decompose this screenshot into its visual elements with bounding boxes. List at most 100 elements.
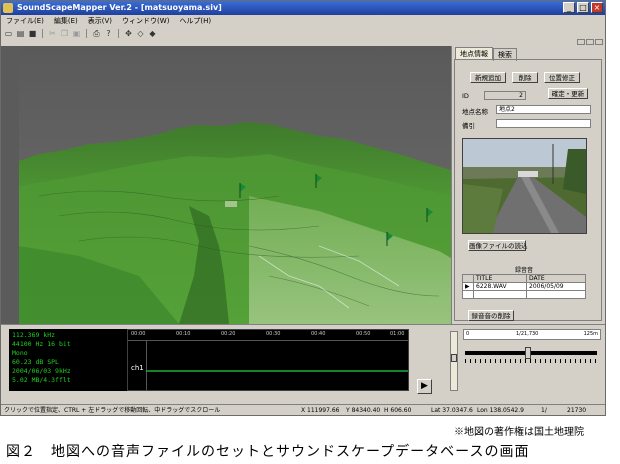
maximize-icon[interactable]: □	[577, 2, 589, 13]
selected-point	[225, 201, 237, 207]
figure-caption: 図２ 地図への音声ファイルのセットとサウンドスケープデータベースの画面	[6, 444, 530, 460]
memo-field[interactable]	[496, 119, 591, 128]
menu-edit[interactable]: 編集(E)	[49, 15, 83, 27]
timeline-tick: 00:50	[356, 331, 371, 337]
mdi-bar	[1, 39, 605, 46]
sound-list-title: 録音音	[462, 267, 586, 274]
title-bar[interactable]: SoundScapeMapper Ver.2 - [matsuoyama.siv…	[1, 1, 605, 15]
scale-slider-thumb[interactable]	[525, 347, 531, 359]
menu-file[interactable]: ファイル(E)	[1, 15, 49, 27]
memo-label: 備引	[462, 122, 475, 130]
fix-position-button[interactable]: 位置修正	[544, 72, 580, 83]
terrain-3d-view[interactable]	[19, 46, 451, 324]
menu-window[interactable]: ウィンドウ(W)	[117, 15, 174, 27]
waveform-trace	[146, 370, 408, 372]
row-date: 2006/05/09	[526, 282, 586, 291]
status-scale: 21730	[567, 407, 587, 414]
id-label: ID	[462, 92, 469, 100]
menu-bar: ファイル(E) 編集(E) 表示(V) ウィンドウ(W) ヘルプ(H)	[1, 15, 605, 27]
play-icon[interactable]: ▶	[417, 379, 432, 394]
rotate-icon[interactable]: ◆	[148, 29, 157, 38]
status-page: 1/	[541, 407, 547, 414]
point-photo	[462, 138, 587, 234]
menu-help[interactable]: ヘルプ(H)	[174, 15, 216, 27]
wave-info-line: 60.23 dB SPL	[12, 358, 59, 366]
window-title: SoundScapeMapper Ver.2 - [matsuoyama.siv…	[17, 3, 222, 12]
menu-view[interactable]: 表示(V)	[83, 15, 117, 27]
waveform-view[interactable]: 00:00 00:10 00:20 00:30 00:40 00:50 01:0…	[127, 329, 409, 391]
toolbar-separator	[86, 28, 87, 38]
confirm-update-button[interactable]: 確定・更新	[548, 88, 588, 99]
mdi-close-icon[interactable]	[595, 39, 603, 45]
app-window: SoundScapeMapper Ver.2 - [matsuoyama.siv…	[0, 0, 606, 416]
row-title: 6228.WAV	[472, 282, 528, 291]
scale-min: 0	[466, 331, 470, 337]
volume-slider-thumb[interactable]	[451, 354, 457, 362]
timeline-tick: 00:30	[266, 331, 281, 337]
save-icon[interactable]: ■	[28, 29, 37, 38]
new-point-button[interactable]: 新規追加	[470, 72, 506, 83]
status-bar: クリックで位置指定、CTRL + 左ドラッグで移動回転、中ドラッグでスクロール …	[1, 404, 605, 415]
wave-info-line: Mono	[12, 349, 28, 357]
channel-label: ch1	[131, 364, 144, 372]
cut-icon[interactable]: ✂	[48, 29, 57, 38]
status-lon: Lon 138.0542.9	[477, 407, 524, 414]
table-header-marker	[462, 274, 474, 283]
table-header-date: DATE	[526, 274, 586, 283]
sound-delete-button[interactable]: 録音音の削除	[468, 310, 514, 321]
toolbar-separator	[42, 28, 43, 38]
wave-info-line: 2004/06/03 9kHz	[12, 367, 71, 375]
table-row	[462, 290, 586, 299]
toolbar: ▭ ▤ ■ ✂ ❐ ▣ ⎙ ? ✥ ◇ ◆	[1, 27, 605, 39]
status-y: Y 84340.40	[346, 407, 381, 414]
table-header-title: TITLE	[472, 274, 528, 283]
timeline-tick: 00:40	[311, 331, 326, 337]
status-x: X 111997.66	[301, 407, 340, 414]
timeline-tick: 00:20	[221, 331, 236, 337]
point-name-field[interactable]: 地点2	[496, 105, 591, 114]
point-name-label: 地点名称	[462, 108, 488, 116]
scale-control: 0 1/21,730 125m	[463, 329, 601, 391]
copy-icon[interactable]: ❐	[60, 29, 69, 38]
delete-button[interactable]: 削除	[512, 72, 538, 83]
print-icon[interactable]: ⎙	[92, 29, 101, 38]
app-icon	[3, 3, 13, 13]
row-marker-icon: ▶	[462, 282, 474, 291]
toolbar-separator	[118, 28, 119, 38]
scale-slider-ticks	[465, 359, 597, 363]
minimize-icon[interactable]: _	[563, 2, 575, 13]
scale-max: 125m	[583, 331, 598, 337]
paste-icon[interactable]: ▣	[72, 29, 81, 38]
scale-ruler: 0 1/21,730 125m	[463, 329, 601, 340]
zoom-icon[interactable]: ◇	[136, 29, 145, 38]
point-info-panel: 地点情報 検索 新規追加 削除 位置修正 ID 2 確定・更新 地点名称 地点2…	[451, 46, 605, 324]
mdi-maximize-icon[interactable]	[586, 39, 594, 45]
scale-ratio: 1/21,730	[516, 331, 539, 337]
close-icon[interactable]: ×	[591, 2, 603, 13]
mdi-minimize-icon[interactable]	[577, 39, 585, 45]
sound-panel: 112.369 kHz 44100 Hz 16 bit Mono 60.23 d…	[1, 324, 605, 405]
table-row[interactable]: ▶ 6228.WAV 2006/05/09	[462, 282, 586, 291]
sound-list-table: TITLE DATE ▶ 6228.WAV 2006/05/09	[462, 274, 586, 299]
load-image-button[interactable]: 画像ファイルの読込	[468, 240, 528, 251]
scale-slider-rail[interactable]	[465, 351, 597, 355]
wave-info-line: 5.02 MB/4.3fflt	[12, 376, 71, 384]
status-lat: Lat 37.0347.6	[431, 407, 473, 414]
wave-info-display: 112.369 kHz 44100 Hz 16 bit Mono 60.23 d…	[9, 329, 127, 391]
wave-info-line: 112.369 kHz	[12, 331, 56, 339]
new-file-icon[interactable]: ▭	[4, 29, 13, 38]
map-left-margin	[1, 46, 19, 324]
timeline-tick: 00:10	[176, 331, 191, 337]
timeline-tick: 01:00	[390, 331, 405, 337]
volume-slider[interactable]	[450, 331, 458, 391]
timeline-tick: 00:00	[131, 331, 146, 337]
status-h: H 606.60	[384, 407, 412, 414]
help-icon[interactable]: ?	[104, 29, 113, 38]
id-field: 2	[484, 91, 526, 100]
status-hint: クリックで位置指定、CTRL + 左ドラッグで移動回転、中ドラッグでスクロール	[4, 407, 221, 414]
open-icon[interactable]: ▤	[16, 29, 25, 38]
copyright-note: ※地図の著作権は国土地理院	[454, 427, 584, 438]
terrain-render	[19, 46, 451, 324]
wave-info-line: 44100 Hz 16 bit	[12, 340, 71, 348]
move-icon[interactable]: ✥	[124, 29, 133, 38]
